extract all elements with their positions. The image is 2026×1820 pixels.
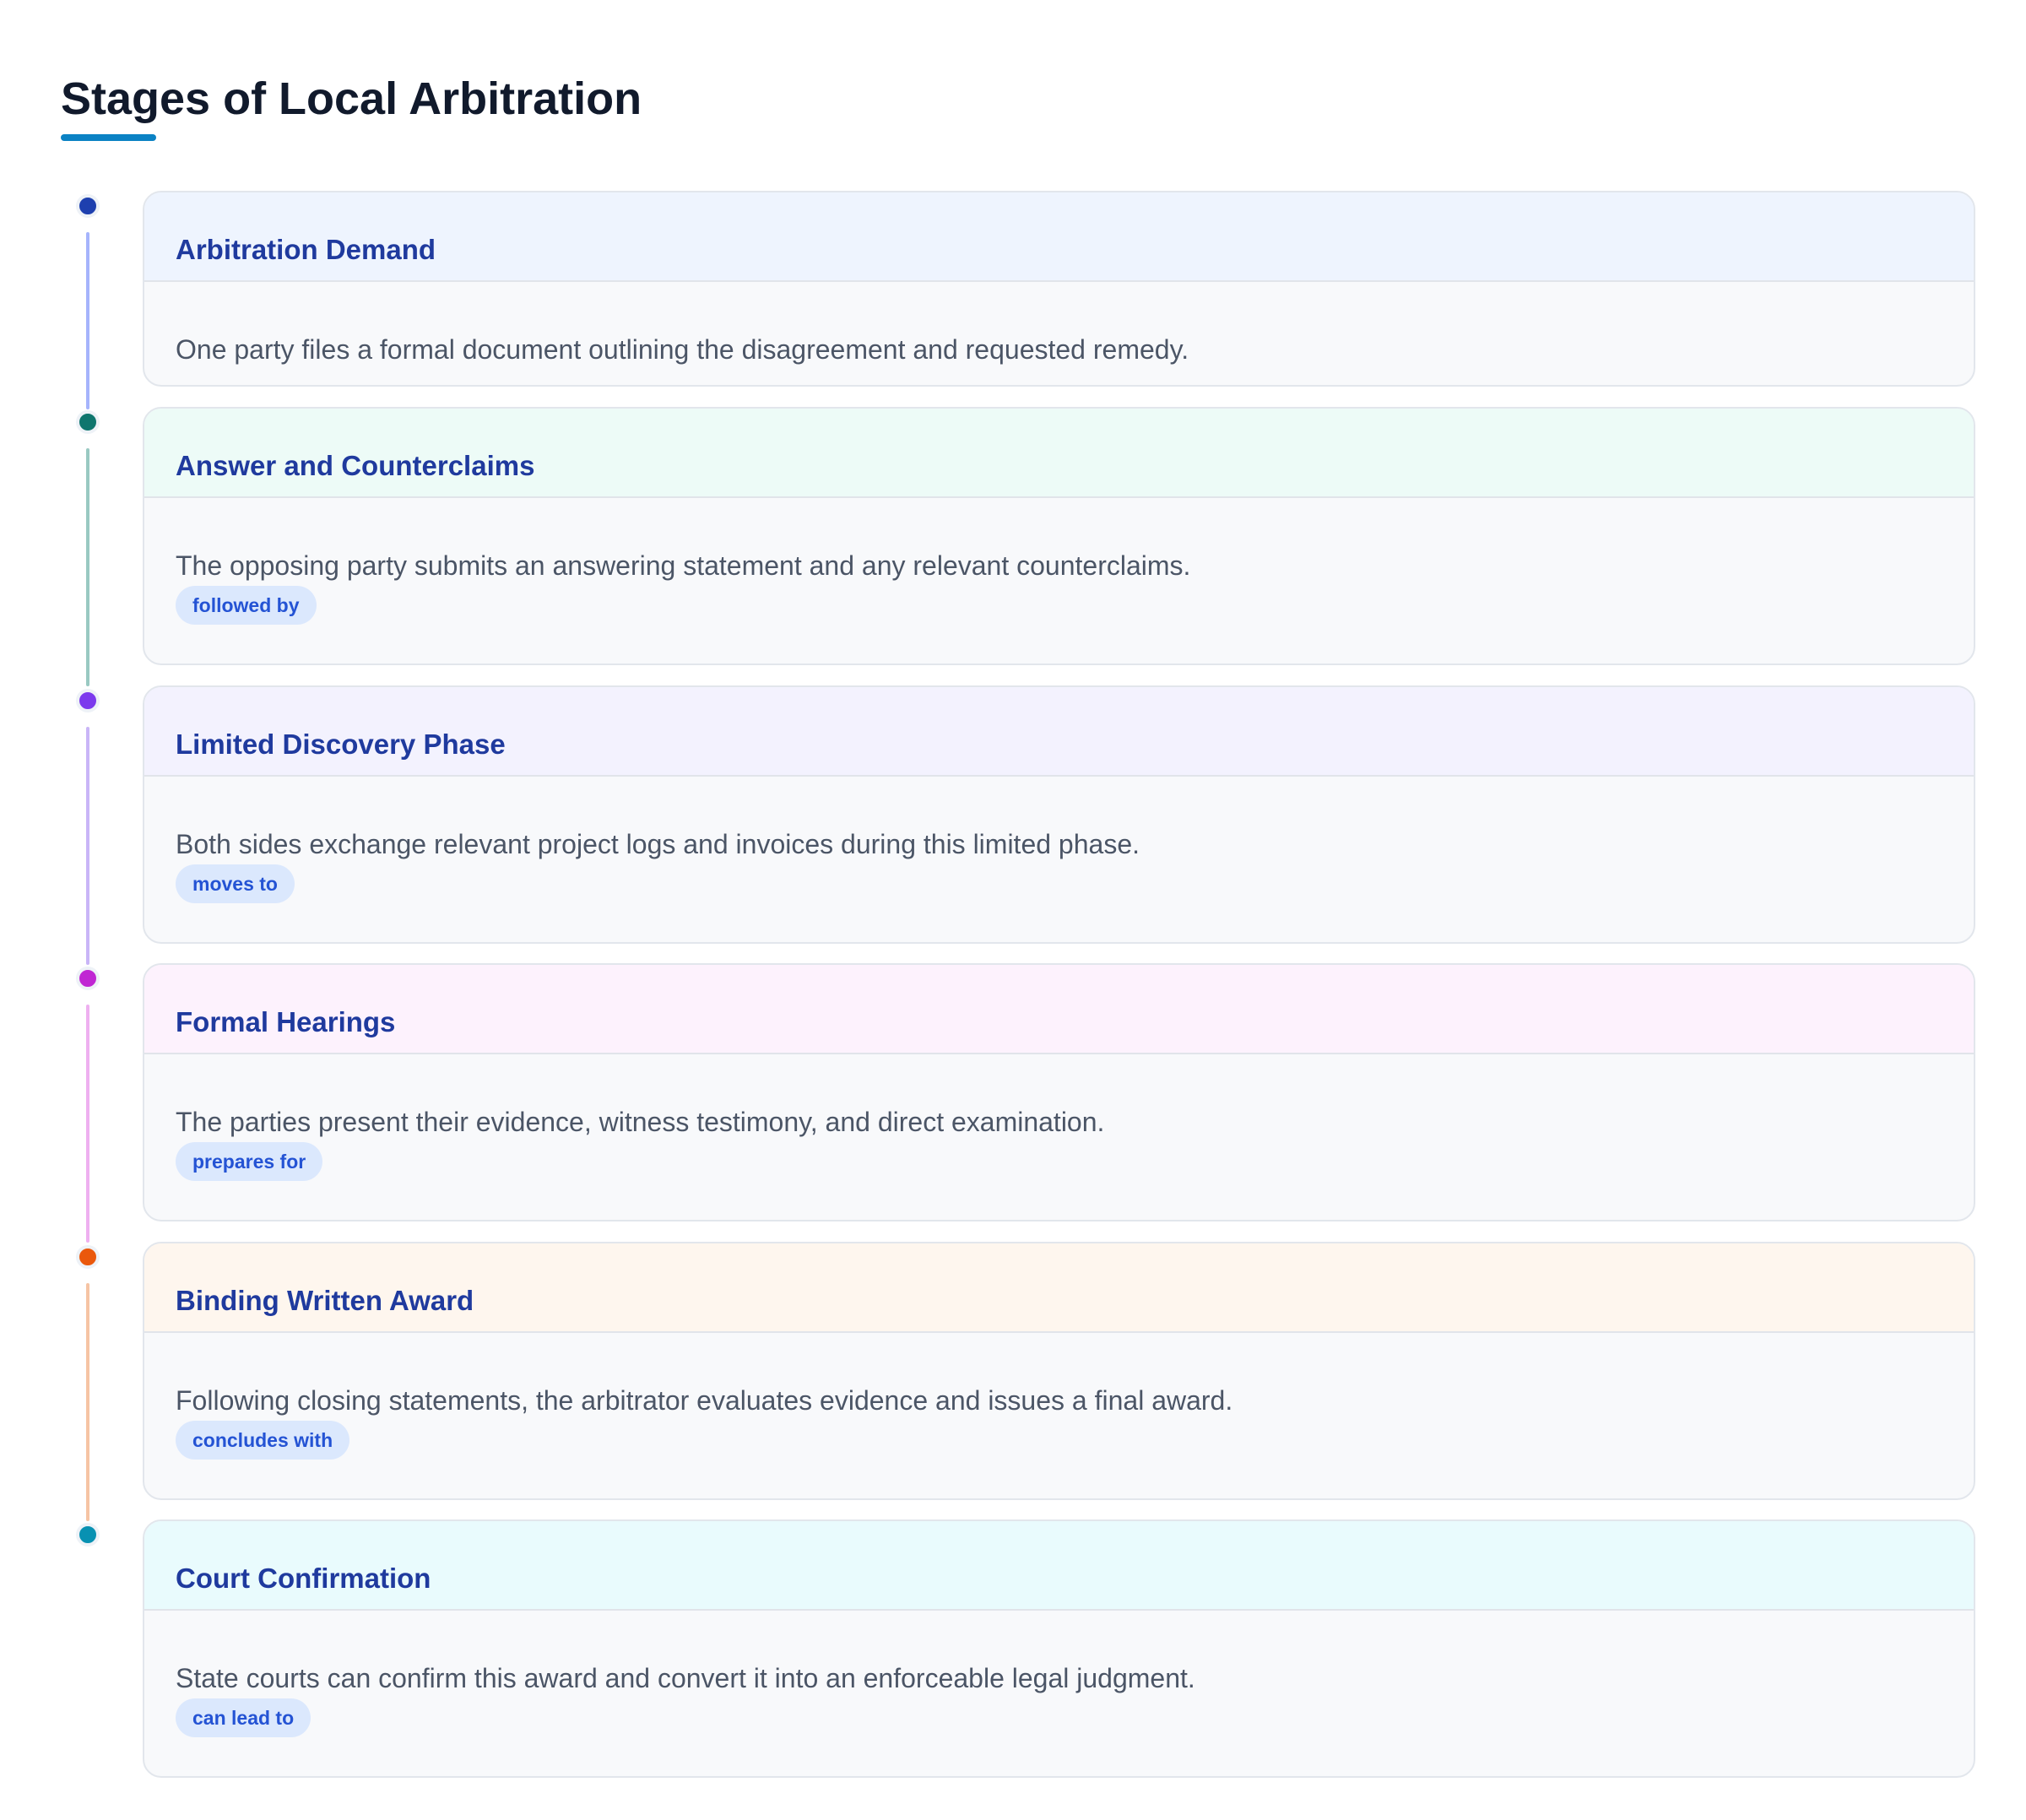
timeline-connector	[86, 1005, 89, 1243]
timeline-page: Stages of Local Arbitration Arbitration …	[0, 0, 2026, 1820]
stage-card: Formal Hearings The parties present their…	[143, 963, 1975, 1221]
stage-description: State courts can confirm this award and …	[176, 1663, 1195, 1693]
relation-badge: followed by	[176, 586, 317, 625]
relation-badge: can lead to	[176, 1698, 311, 1737]
stage-title: Limited Discovery Phase	[176, 729, 506, 760]
stage-card: Court Confirmation State courts can confi…	[143, 1519, 1975, 1778]
stage-title: Answer and Counterclaims	[176, 450, 535, 481]
timeline-connector	[86, 448, 89, 686]
stage-card: Answer and Counterclaims The opposing par…	[143, 407, 1975, 665]
stage-card-header: Court Confirmation	[144, 1521, 1974, 1611]
stage-card-header: Arbitration Demand	[144, 192, 1974, 282]
stage-card-header: Limited Discovery Phase	[144, 687, 1974, 777]
stage-card: Arbitration Demand One party files a form…	[143, 191, 1975, 387]
stage-description: The parties present their evidence, witn…	[176, 1107, 1105, 1137]
stage-title: Binding Written Award	[176, 1285, 474, 1316]
timeline-dot	[76, 1523, 100, 1546]
timeline-dot	[76, 410, 100, 434]
stage-title: Court Confirmation	[176, 1563, 431, 1594]
title-underline	[61, 134, 156, 141]
stage-card-header: Binding Written Award	[144, 1243, 1974, 1333]
stage-title: Arbitration Demand	[176, 234, 436, 265]
timeline-dot	[76, 194, 100, 218]
stage-description: One party files a formal document outlin…	[176, 334, 1189, 365]
timeline-dot	[76, 689, 100, 712]
timeline-connector	[86, 1283, 89, 1521]
timeline-dot	[76, 967, 100, 990]
stage-description: Following closing statements, the arbitr…	[176, 1385, 1233, 1416]
relation-badge: moves to	[176, 864, 295, 903]
relation-badge: concludes with	[176, 1421, 350, 1460]
timeline-connector	[86, 232, 89, 409]
stage-card-header: Answer and Counterclaims	[144, 409, 1974, 498]
stage-description: The opposing party submits an answering …	[176, 550, 1191, 581]
stage-card-header: Formal Hearings	[144, 965, 1974, 1054]
timeline-dot	[76, 1245, 100, 1269]
relation-badge: prepares for	[176, 1142, 323, 1181]
stage-card: Binding Written Award Following closing s…	[143, 1242, 1975, 1500]
stage-description: Both sides exchange relevant project log…	[176, 829, 1140, 859]
stage-title: Formal Hearings	[176, 1006, 396, 1037]
page-title: Stages of Local Arbitration	[61, 73, 642, 124]
timeline-connector	[86, 727, 89, 965]
stage-card: Limited Discovery Phase Both sides exchan…	[143, 685, 1975, 944]
